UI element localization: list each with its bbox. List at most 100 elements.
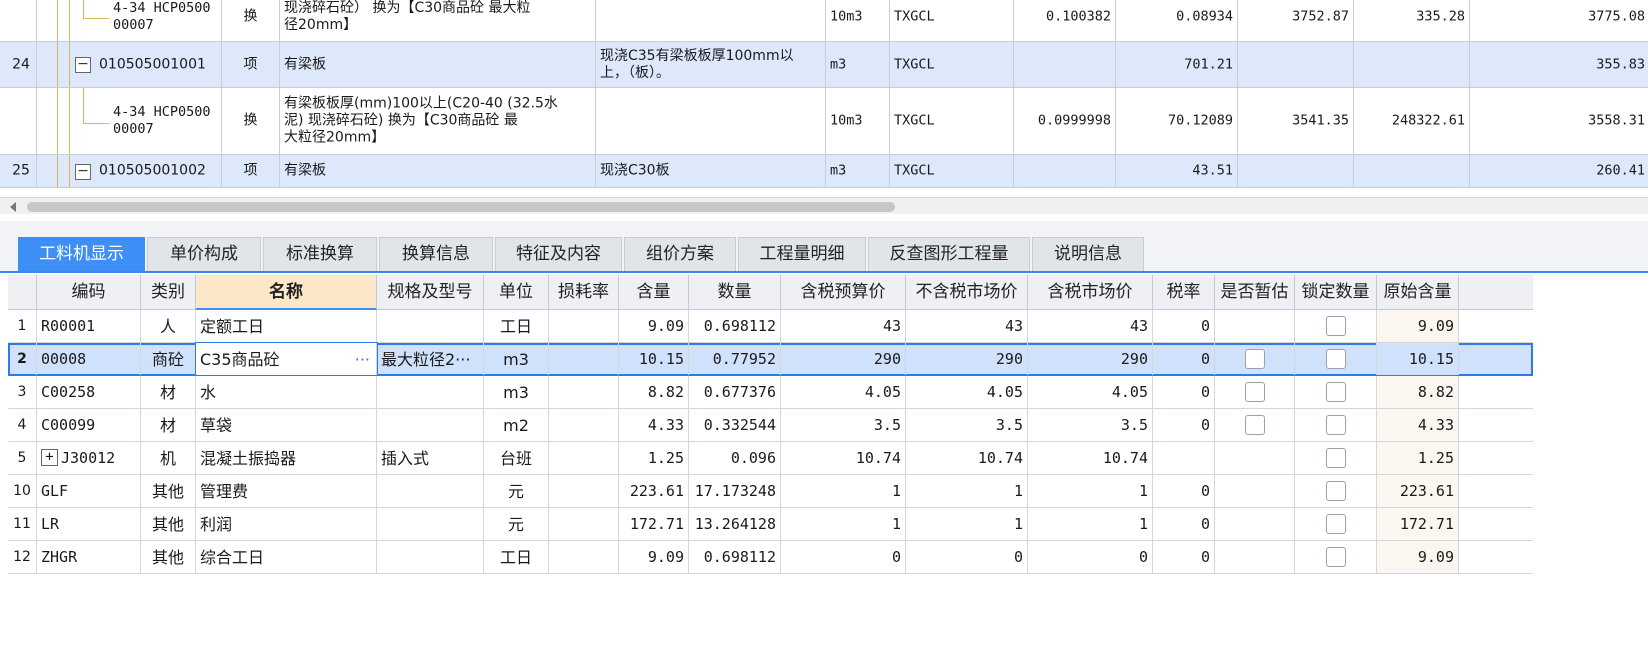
lock-qty-checkbox[interactable] — [1325, 481, 1346, 501]
tab-4[interactable]: 特征及内容 — [495, 237, 622, 271]
lock-qty-checkbox[interactable] — [1325, 382, 1346, 402]
cell-spec[interactable] — [377, 409, 484, 441]
tab-7[interactable]: 反查图形工程量 — [868, 237, 1030, 271]
resource-row[interactable]: 10 GLF 其他 管理费元 223.61 17.173248 1 1 1 0 223.61 — [8, 475, 1533, 508]
cell-est[interactable] — [1215, 541, 1295, 573]
cell-cat[interactable]: 其他 — [141, 475, 196, 507]
cell-orig[interactable]: 8.82 — [1377, 376, 1459, 408]
cell-name[interactable]: 混凝土振捣器 — [196, 442, 377, 474]
resource-row[interactable]: 4 C00099 材草袋 m2 4.33 0.332544 3.5 3.5 3.5 0 4.33 — [8, 409, 1533, 442]
cell-content[interactable]: 4.33 — [619, 409, 689, 441]
cell-p1[interactable]: 3.5 — [781, 409, 906, 441]
item-list-grid[interactable]: 4-34 HCP0500 00007 换 现浇碎石砼） 换为【C30商品砼 最大粒 … — [0, 0, 1648, 200]
collapse-minus-icon[interactable]: − — [75, 57, 91, 73]
cell-loss[interactable] — [549, 376, 619, 408]
more-options-icon[interactable]: ··· — [355, 343, 370, 375]
cell-loss[interactable] — [549, 475, 619, 507]
cell-orig[interactable]: 10.15 — [1377, 343, 1459, 375]
collapse-minus-icon[interactable]: − — [75, 163, 91, 180]
cell-code[interactable]: R00001 — [37, 310, 141, 342]
cell-content[interactable]: 1.25 — [619, 442, 689, 474]
lock-qty-checkbox[interactable] — [1325, 316, 1346, 336]
cell-name[interactable]: 水 — [196, 376, 377, 408]
cell-est[interactable] — [1215, 376, 1295, 408]
cell-p1[interactable]: 43 — [781, 310, 906, 342]
cell-qty[interactable]: 17.173248 — [689, 475, 781, 507]
header-p2[interactable]: 不含税市场价 — [906, 275, 1028, 310]
cell-name[interactable]: 定额工日 — [196, 310, 377, 342]
cell-cat[interactable]: 其他 — [141, 508, 196, 540]
cell-tax[interactable]: 0 — [1153, 310, 1215, 342]
cell-code[interactable]: 00008 — [37, 343, 141, 375]
cell-p3[interactable]: 1 — [1028, 475, 1153, 507]
cell-orig[interactable]: 9.09 — [1377, 310, 1459, 342]
header-p3[interactable]: 含税市场价 — [1028, 275, 1153, 310]
cell-p1[interactable]: 290 — [781, 343, 906, 375]
cell-lock[interactable] — [1295, 376, 1377, 408]
cell-tax[interactable]: 0 — [1153, 508, 1215, 540]
cell-p2[interactable]: 4.05 — [906, 376, 1028, 408]
cell-p3[interactable]: 290 — [1028, 343, 1153, 375]
cell-content[interactable]: 10.15 — [619, 343, 689, 375]
cell-content[interactable]: 9.09 — [619, 541, 689, 573]
expand-plus-icon[interactable]: + — [41, 448, 58, 466]
horizontal-scrollbar[interactable] — [0, 197, 1648, 214]
resource-row[interactable]: 11 LR 其他 利润元 172.71 13.264128 1 1 1 0 172.71 — [8, 508, 1533, 541]
cell-unit[interactable]: 元 — [484, 508, 549, 540]
cell-est[interactable] — [1215, 310, 1295, 342]
lock-qty-checkbox[interactable] — [1325, 547, 1346, 567]
header-qty[interactable]: 数量 — [689, 275, 781, 310]
cell-p3[interactable]: 0 — [1028, 541, 1153, 573]
tab-8[interactable]: 说明信息 — [1032, 237, 1144, 271]
header-p1[interactable]: 含税预算价 — [781, 275, 906, 310]
cell-p3[interactable]: 4.05 — [1028, 376, 1153, 408]
header-spec[interactable]: 规格及型号 — [377, 275, 484, 310]
resource-grid[interactable]: 编码 类别 名称 规格及型号 单位 损耗率 含量 数量 含税预算价 不含税市场价 含税市场价 税率 是否… — [8, 275, 1533, 587]
cell-tax[interactable]: 0 — [1153, 376, 1215, 408]
cell-est[interactable] — [1215, 343, 1295, 375]
cell-p3[interactable]: 1 — [1028, 508, 1153, 540]
cell-p2[interactable]: 10.74 — [906, 442, 1028, 474]
cell-cat[interactable]: 材 — [141, 376, 196, 408]
resource-row[interactable]: 2 00008 商砼 C35商品砼 ··· 最大粒径2··· m3 10.15 0.77952 2… — [8, 342, 1533, 376]
cell-tax[interactable]: 0 — [1153, 409, 1215, 441]
lock-qty-checkbox[interactable] — [1325, 349, 1346, 369]
cell-p2[interactable]: 1 — [906, 475, 1028, 507]
cell-lock[interactable] — [1295, 508, 1377, 540]
cell-unit[interactable]: 台班 — [484, 442, 549, 474]
header-tax[interactable]: 税率 — [1153, 275, 1215, 310]
cell-p1[interactable]: 1 — [781, 475, 906, 507]
cell-spec[interactable] — [377, 310, 484, 342]
tab-5[interactable]: 组价方案 — [624, 237, 736, 271]
cell-orig[interactable]: 9.09 — [1377, 541, 1459, 573]
cell-qty[interactable]: 0.77952 — [689, 343, 781, 375]
cell-qty[interactable]: 0.698112 — [689, 541, 781, 573]
cell-spec[interactable] — [377, 541, 484, 573]
cell-p3[interactable]: 3.5 — [1028, 409, 1153, 441]
cell-qty[interactable]: 0.698112 — [689, 310, 781, 342]
quota-sub-row[interactable]: 4-34 HCP0500 00007 换 有梁板板厚(mm)100以上(C20-40… — [0, 88, 1648, 155]
cell-p2[interactable]: 0 — [906, 541, 1028, 573]
cell-spec[interactable]: 最大粒径2··· — [377, 343, 484, 375]
cell-code[interactable]: + J30012 — [37, 442, 141, 474]
cell-code[interactable]: LR — [37, 508, 141, 540]
header-name[interactable]: 名称 — [196, 275, 377, 310]
tab-1[interactable]: 单价构成 — [147, 237, 261, 271]
cell-code[interactable]: C00258 — [37, 376, 141, 408]
cell-lock[interactable] — [1295, 541, 1377, 573]
header-unit[interactable]: 单位 — [484, 275, 549, 310]
bill-item-row[interactable]: 24 010505001001− 项 有梁板 现浇C35有梁板板厚100mm以 上，（板… — [0, 42, 1648, 88]
header-content[interactable]: 含量 — [619, 275, 689, 310]
cell-lock[interactable] — [1295, 310, 1377, 342]
cell-lock[interactable] — [1295, 442, 1377, 474]
is-estimate-checkbox[interactable] — [1244, 382, 1265, 402]
cell-name[interactable]: C35商品砼 ··· — [195, 342, 378, 376]
cell-lock[interactable] — [1295, 475, 1377, 507]
cell-code[interactable]: C00099 — [37, 409, 141, 441]
resource-row[interactable]: 1 R00001 人定额工日 工日 9.09 0.698112 43 43 43 0 9.09 — [8, 310, 1533, 343]
cell-p1[interactable]: 4.05 — [781, 376, 906, 408]
cell-orig[interactable]: 4.33 — [1377, 409, 1459, 441]
cell-p2[interactable]: 3.5 — [906, 409, 1028, 441]
cell-cat[interactable]: 机 — [141, 442, 196, 474]
cell-name[interactable]: 草袋 — [196, 409, 377, 441]
